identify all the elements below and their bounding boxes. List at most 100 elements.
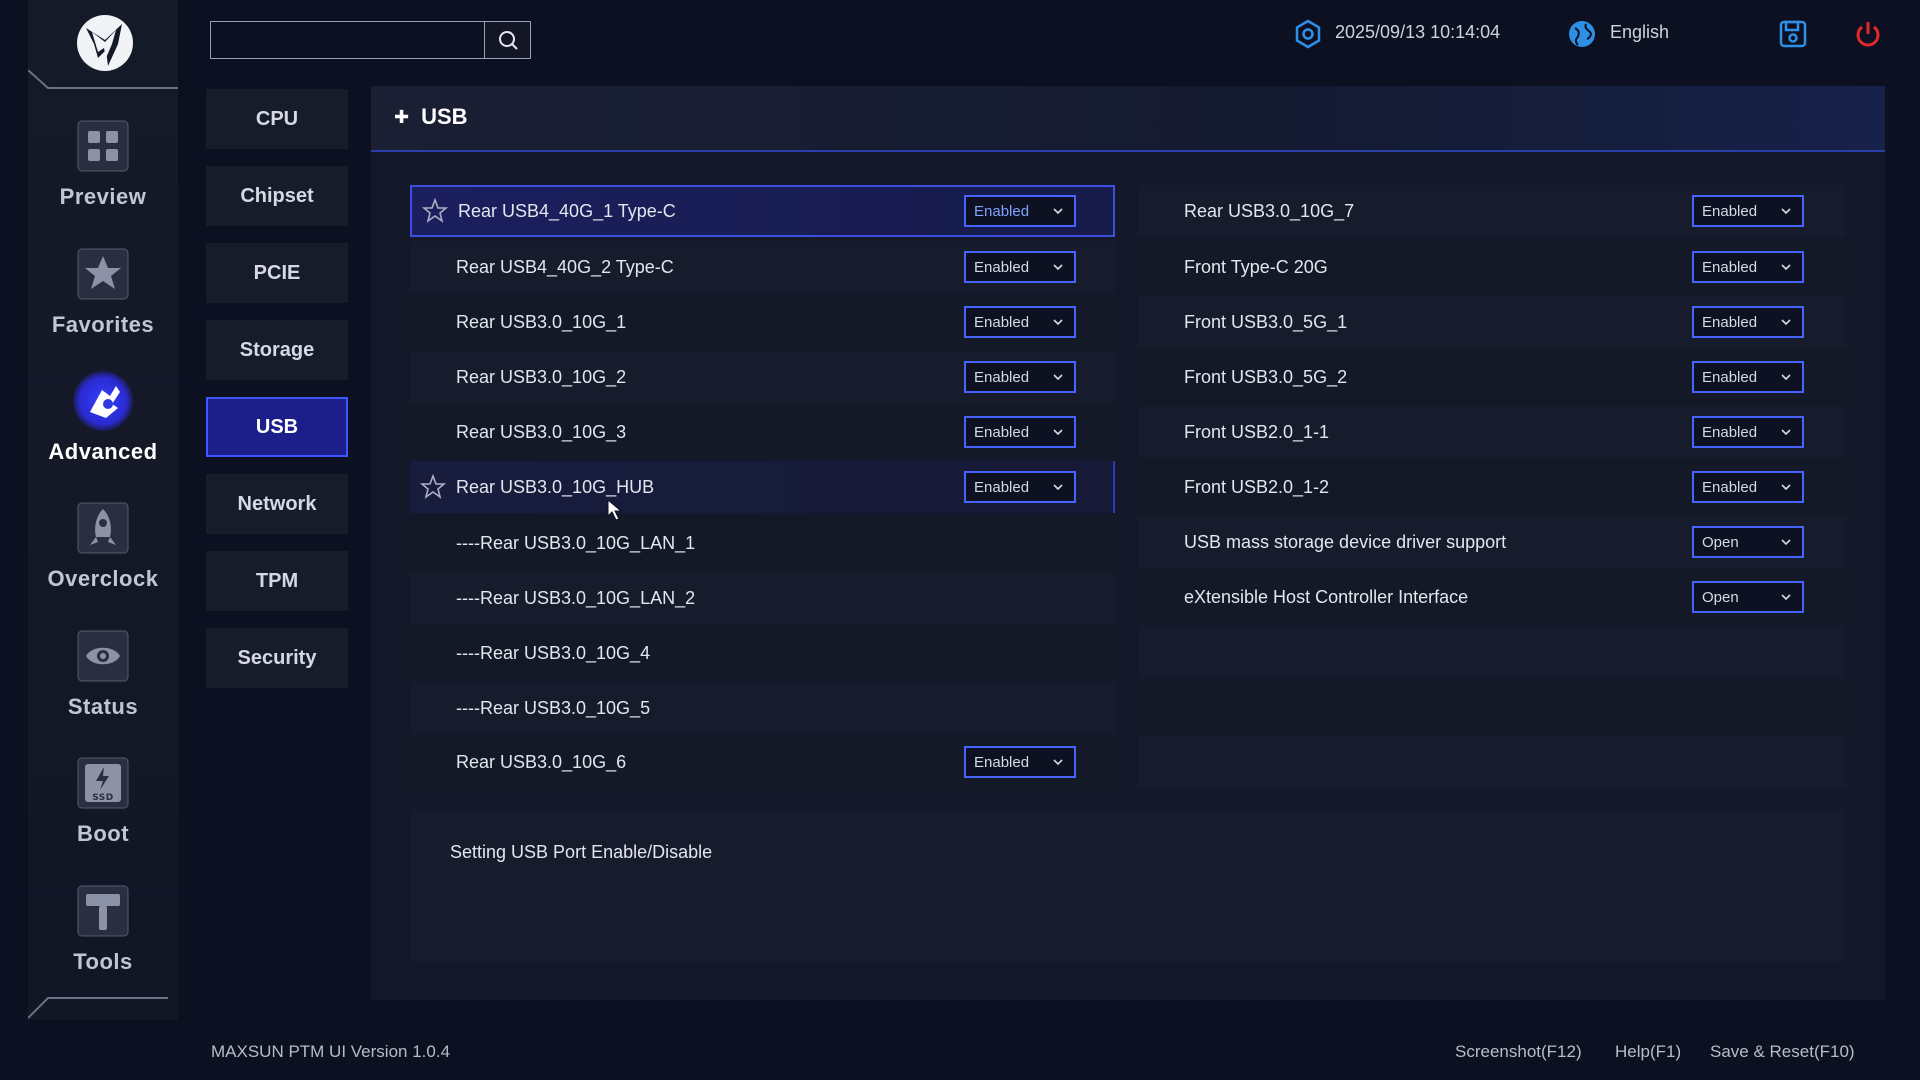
setting-dropdown[interactable]: Enabled — [964, 746, 1076, 778]
setting-row[interactable]: Rear USB4_40G_2 Type-C Enabled — [410, 241, 1115, 293]
search-button[interactable] — [484, 21, 531, 59]
tab-pcie[interactable]: PCIE — [206, 243, 348, 303]
setting-dropdown[interactable]: Enabled — [964, 471, 1076, 503]
dropdown-value: Enabled — [1702, 478, 1758, 496]
search-input[interactable] — [210, 21, 486, 59]
setting-row[interactable]: Rear USB3.0_10G_7 Enabled — [1138, 185, 1845, 237]
tab-usb[interactable]: USB — [206, 397, 348, 457]
maxsun-logo — [72, 10, 138, 76]
setting-dropdown[interactable]: Enabled — [964, 251, 1076, 283]
setting-label: USB mass storage device driver support — [1184, 531, 1507, 552]
nav-advanced[interactable]: Advanced — [28, 371, 178, 481]
setting-label: Rear USB3.0_10G_6 — [456, 751, 627, 772]
tab-storage[interactable]: Storage — [206, 320, 348, 380]
setting-dropdown[interactable]: Enabled — [1692, 195, 1804, 227]
tab-chipset[interactable]: Chipset — [206, 166, 348, 226]
setting-row[interactable]: Front USB3.0_5G_2 Enabled — [1138, 351, 1845, 403]
setting-row[interactable]: Rear USB3.0_10G_6 Enabled — [410, 736, 1115, 788]
star-outline-icon[interactable] — [422, 198, 448, 224]
language-selector[interactable]: English — [1610, 22, 1669, 43]
setting-row[interactable]: Rear USB3.0_10G_3 Enabled — [410, 406, 1115, 458]
chevron-down-icon — [1053, 264, 1063, 271]
setting-row: ----Rear USB3.0_10G_5 — [410, 682, 1115, 734]
setting-dropdown[interactable]: Enabled — [1692, 361, 1804, 393]
power-icon[interactable] — [1852, 18, 1884, 50]
chevron-down-icon — [1781, 319, 1791, 326]
svg-text:SSD: SSD — [92, 793, 114, 803]
setting-dropdown[interactable]: Open — [1692, 581, 1804, 613]
nav-favorites[interactable]: Favorites — [28, 244, 178, 354]
dropdown-value: Enabled — [974, 258, 1030, 276]
setting-label: Front USB2.0_1-2 — [1184, 476, 1330, 497]
setting-label: Front USB3.0_5G_2 — [1184, 366, 1348, 387]
setting-dropdown[interactable]: Open — [1692, 526, 1804, 558]
nav-preview[interactable]: Preview — [28, 116, 178, 226]
dropdown-value: Enabled — [974, 423, 1030, 441]
setting-row[interactable]: Front USB2.0_1-1 Enabled — [1138, 406, 1845, 458]
tab-tpm[interactable]: TPM — [206, 551, 348, 611]
globe-icon[interactable] — [1566, 18, 1598, 50]
panel-header — [371, 86, 1885, 152]
dropdown-value: Enabled — [974, 753, 1030, 771]
setting-dropdown[interactable]: Enabled — [964, 195, 1076, 227]
clock-settings-icon[interactable] — [1292, 18, 1324, 50]
setting-label: ----Rear USB3.0_10G_LAN_2 — [456, 587, 696, 608]
setting-row[interactable]: Rear USB3.0_10G_2 Enabled — [410, 351, 1115, 403]
empty-row — [1138, 736, 1845, 788]
nav-favorites-label: Favorites — [51, 312, 155, 337]
tab-security[interactable]: Security — [206, 628, 348, 688]
help-button[interactable]: Help(F1) — [1615, 1042, 1681, 1062]
setting-dropdown[interactable]: Enabled — [1692, 416, 1804, 448]
setting-label: eXtensible Host Controller Interface — [1184, 586, 1469, 607]
star-icon — [73, 244, 133, 304]
screenshot-button[interactable]: Screenshot(F12) — [1455, 1042, 1582, 1062]
setting-row[interactable]: Rear USB3.0_10G_HUB Enabled — [410, 461, 1115, 513]
setting-label: Front USB3.0_5G_1 — [1184, 311, 1348, 332]
chevron-down-icon — [1053, 374, 1063, 381]
save-icon[interactable] — [1777, 18, 1809, 50]
setting-label: Rear USB4_40G_1 Type-C — [458, 200, 676, 221]
setting-dropdown[interactable]: Enabled — [964, 361, 1076, 393]
setting-dropdown[interactable]: Enabled — [964, 416, 1076, 448]
nav-tools[interactable]: Tools — [28, 881, 178, 991]
setting-row[interactable]: Front Type-C 20G Enabled — [1138, 241, 1845, 293]
version-text: MAXSUN PTM UI Version 1.0.4 — [211, 1042, 451, 1061]
mouse-cursor-icon — [607, 498, 623, 521]
chevron-down-icon — [1053, 429, 1063, 436]
nav-status-label: Status — [67, 694, 139, 719]
setting-row[interactable]: Rear USB4_40G_1 Type-C Enabled — [410, 185, 1115, 237]
star-outline-icon[interactable] — [420, 474, 446, 500]
setting-label: ----Rear USB3.0_10G_LAN_1 — [456, 532, 696, 553]
hammer-icon — [73, 881, 133, 941]
setting-row[interactable]: Front USB3.0_5G_1 Enabled — [1138, 296, 1845, 348]
nav-boot[interactable]: SSD Boot — [28, 753, 178, 863]
setting-row[interactable]: USB mass storage device driver support O… — [1138, 516, 1845, 568]
plus-icon: ✚ — [394, 106, 410, 127]
nav-overclock[interactable]: Overclock — [28, 498, 178, 608]
setting-label: Front Type-C 20G — [1184, 256, 1328, 277]
nav-status[interactable]: Status — [28, 626, 178, 736]
setting-row: ----Rear USB3.0_10G_4 — [410, 627, 1115, 679]
setting-dropdown[interactable]: Enabled — [964, 306, 1076, 338]
setting-dropdown[interactable]: Enabled — [1692, 471, 1804, 503]
nav-advanced-label: Advanced — [48, 439, 158, 464]
dropdown-value: Enabled — [1702, 202, 1758, 220]
setting-dropdown[interactable]: Enabled — [1692, 251, 1804, 283]
status-icon — [73, 626, 133, 686]
save-reset-button[interactable]: Save & Reset(F10) — [1710, 1042, 1855, 1062]
setting-row[interactable]: Front USB2.0_1-2 Enabled — [1138, 461, 1845, 513]
setting-row[interactable]: eXtensible Host Controller Interface Ope… — [1138, 571, 1845, 623]
nav-overclock-label: Overclock — [47, 566, 159, 591]
rocket-icon — [73, 498, 133, 558]
chevron-down-icon — [1053, 319, 1063, 326]
setting-label: Rear USB4_40G_2 Type-C — [456, 256, 674, 277]
tab-network[interactable]: Network — [206, 474, 348, 534]
nav-tools-label: Tools — [73, 949, 133, 974]
chevron-down-icon — [1781, 429, 1791, 436]
tab-cpu[interactable]: CPU — [206, 89, 348, 149]
chevron-down-icon — [1781, 208, 1791, 215]
setting-dropdown[interactable]: Enabled — [1692, 306, 1804, 338]
setting-row[interactable]: Rear USB3.0_10G_1 Enabled — [410, 296, 1115, 348]
chevron-down-icon — [1781, 484, 1791, 491]
nav-boot-label: Boot — [76, 821, 130, 846]
